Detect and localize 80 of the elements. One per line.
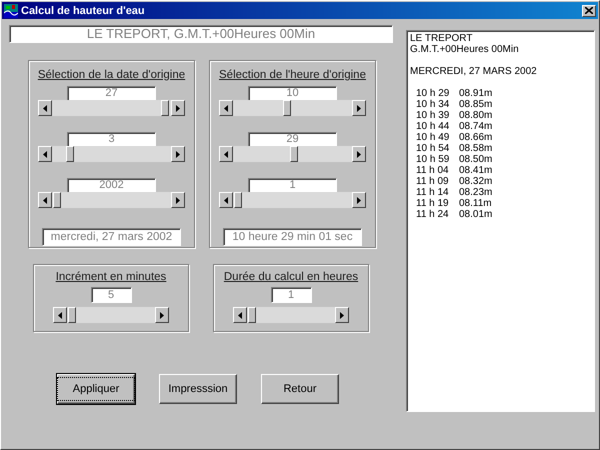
summary-field: 10 heure 29 min 01 sec	[223, 228, 362, 246]
value-field[interactable]: 3	[67, 132, 156, 147]
summary-field: mercredi, 27 mars 2002	[42, 228, 181, 246]
result-time: 11 h 04	[416, 165, 450, 176]
result-time: 11 h 19	[416, 198, 450, 209]
result-header: LE TREPORT	[410, 33, 474, 44]
value-field[interactable]: 5	[90, 287, 132, 303]
scroll-thumb[interactable]	[68, 307, 76, 323]
scroll-thumb[interactable]	[282, 100, 291, 116]
scroll-right-icon[interactable]	[171, 146, 185, 162]
group-title: Incrément en minutes	[56, 271, 166, 283]
result-height: 08.41m	[459, 165, 492, 176]
scroll-thumb[interactable]	[248, 307, 256, 323]
value-field[interactable]: 1	[248, 178, 337, 193]
action-button[interactable]: Retour	[261, 374, 339, 404]
scrollbar[interactable]	[233, 307, 349, 323]
result-height: 08.50m	[459, 154, 492, 165]
result-height: 08.85m	[459, 99, 492, 110]
scroll-right-icon[interactable]	[352, 192, 366, 208]
result-height: 08.23m	[459, 187, 492, 198]
result-time: 10 h 34	[416, 99, 450, 110]
result-time: 11 h 09	[416, 176, 450, 187]
scrollbar[interactable]	[38, 100, 185, 116]
scroll-thumb[interactable]	[161, 100, 170, 116]
scrollbar[interactable]	[53, 307, 169, 323]
group-title: Sélection de l'heure d'origine	[219, 69, 366, 81]
group-title: Sélection de la date d'origine	[38, 69, 186, 81]
scrollbar[interactable]	[38, 192, 185, 208]
scroll-right-icon[interactable]	[155, 307, 169, 323]
result-height: 08.01m	[459, 209, 492, 220]
result-height: 08.32m	[459, 176, 492, 187]
action-button[interactable]: Impresssion	[159, 374, 237, 404]
result-time: 10 h 44	[416, 121, 450, 132]
scroll-thumb[interactable]	[234, 192, 242, 208]
result-time: 11 h 14	[416, 187, 450, 198]
scrollbar[interactable]	[219, 146, 366, 162]
scroll-right-icon[interactable]	[171, 100, 185, 116]
scroll-thumb[interactable]	[66, 146, 74, 162]
scroll-right-icon[interactable]	[352, 146, 366, 162]
location-field[interactable]: LE TREPORT, G.M.T.+00Heures 00Min	[9, 25, 393, 43]
scroll-left-icon[interactable]	[38, 146, 52, 162]
result-height: 08.66m	[459, 132, 492, 143]
result-time: 10 h 49	[416, 132, 450, 143]
scroll-left-icon[interactable]	[219, 146, 233, 162]
result-time: 10 h 59	[416, 154, 450, 165]
group-title: Durée du calcul en heures	[224, 271, 358, 283]
scroll-left-icon[interactable]	[38, 100, 52, 116]
scroll-left-icon[interactable]	[38, 192, 52, 208]
result-height: 08.80m	[459, 110, 492, 121]
value-field[interactable]: 2002	[67, 178, 156, 193]
action-button[interactable]: Appliquer	[57, 374, 135, 404]
scrollbar[interactable]	[38, 146, 185, 162]
scroll-right-icon[interactable]	[352, 100, 366, 116]
result-time: 10 h 54	[416, 143, 450, 154]
result-height: 08.58m	[459, 143, 492, 154]
scrollbar[interactable]	[219, 100, 366, 116]
value-field[interactable]: 10	[248, 86, 337, 101]
scroll-right-icon[interactable]	[335, 307, 349, 323]
scroll-left-icon[interactable]	[219, 192, 233, 208]
app-icon	[4, 4, 18, 18]
scrollbar[interactable]	[219, 192, 366, 208]
result-height: 08.91m	[459, 88, 492, 99]
scroll-left-icon[interactable]	[53, 307, 67, 323]
result-date: MERCREDI, 27 MARS 2002	[410, 66, 538, 77]
scroll-thumb[interactable]	[290, 146, 298, 162]
close-icon[interactable]	[582, 4, 596, 16]
scroll-left-icon[interactable]	[219, 100, 233, 116]
value-field[interactable]: 29	[248, 132, 337, 147]
result-time: 10 h 39	[416, 110, 450, 121]
value-field[interactable]: 27	[67, 86, 156, 101]
window-title: Calcul de hauteur d'eau	[21, 4, 146, 16]
scroll-left-icon[interactable]	[233, 307, 247, 323]
result-time: 11 h 24	[416, 209, 450, 220]
scroll-thumb[interactable]	[52, 192, 61, 208]
result-time: 10 h 29	[416, 88, 450, 99]
scroll-right-icon[interactable]	[171, 192, 185, 208]
result-height: 08.74m	[459, 121, 492, 132]
result-height: 08.11m	[459, 198, 492, 209]
value-field[interactable]: 1	[270, 287, 312, 303]
result-header: G.M.T.+00Heures 00Min	[410, 44, 520, 55]
